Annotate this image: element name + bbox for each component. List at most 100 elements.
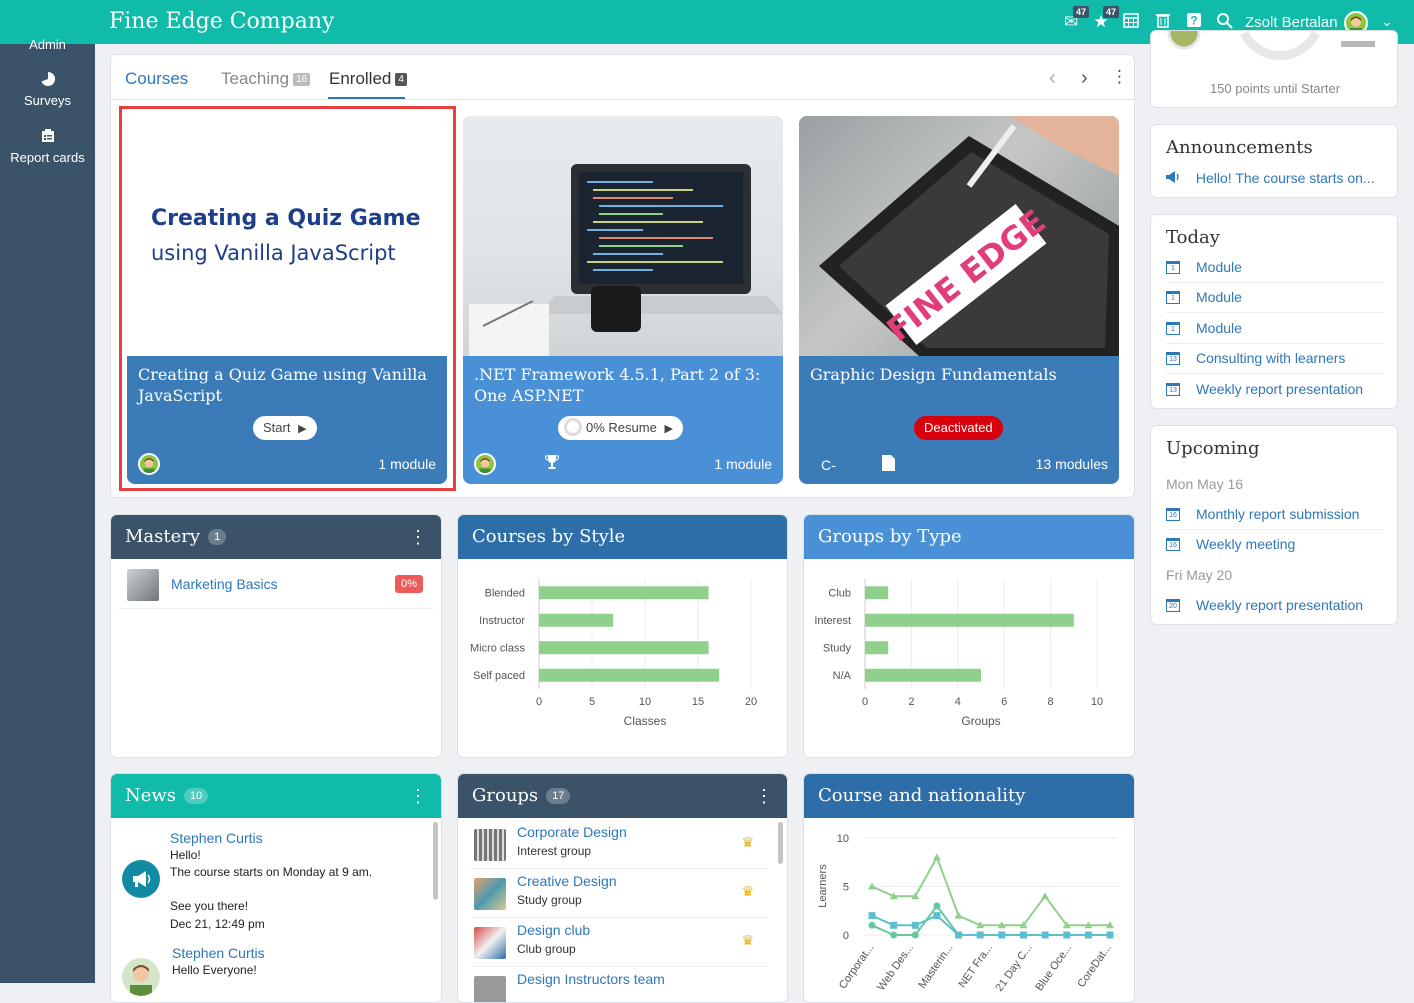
list-item[interactable]: Design Instructors team xyxy=(472,967,768,1002)
calendar-icon[interactable] xyxy=(1121,12,1141,32)
series-line xyxy=(871,855,1110,927)
group-name[interactable]: Design club xyxy=(517,922,590,938)
series-line xyxy=(871,904,1110,936)
list-item[interactable]: Creative Design Study group ♛ xyxy=(472,869,768,918)
category-label: Blue Oce... xyxy=(1033,942,1074,993)
widget-title: News xyxy=(125,785,177,806)
group-thumbnail xyxy=(474,927,506,959)
card-title: Announcements xyxy=(1166,137,1313,158)
selection-highlight xyxy=(119,106,456,491)
scrollbar[interactable] xyxy=(778,822,783,864)
upcoming-event[interactable]: 20 Weekly report presentation xyxy=(1166,591,1384,621)
news-author[interactable]: Stephen Curtis xyxy=(172,945,265,961)
today-event[interactable]: 13 Consulting with learners xyxy=(1166,344,1384,374)
tick-label: 0 xyxy=(862,696,868,708)
chevron-down-icon[interactable]: ⌄ xyxy=(1377,12,1397,32)
crown-icon: ♛ xyxy=(741,834,754,850)
trash-icon[interactable] xyxy=(1153,12,1173,32)
category-label: Instructor xyxy=(479,615,525,627)
list-item[interactable]: Marketing Basics 0% xyxy=(119,561,433,609)
list-item[interactable]: Design club Club group ♛ xyxy=(472,918,768,967)
course-tile-net-framework[interactable]: .NET Framework 4.5.1, Part 2 of 3: One A… xyxy=(463,116,783,484)
calendar-day-icon: 1 xyxy=(1166,291,1180,304)
today-event[interactable]: 1 Module xyxy=(1166,283,1384,313)
upcoming-event[interactable]: 16 Monthly report submission xyxy=(1166,500,1384,530)
bar xyxy=(539,586,709,600)
calendar-day-icon: 13 xyxy=(1166,352,1180,365)
course-title[interactable]: Graphic Design Fundamentals xyxy=(810,364,1110,385)
more-options-icon[interactable]: ⋮ xyxy=(409,527,427,548)
messages-icon[interactable]: ✉ 47 xyxy=(1061,6,1089,32)
data-point xyxy=(868,912,876,920)
groups-by-type-widget: Groups by Type 0 2 4 6 8 10 Club Interest Study N… xyxy=(803,514,1135,758)
news-text: The course starts on Monday at 9 am. xyxy=(170,865,373,879)
news-author[interactable]: Stephen Curtis xyxy=(170,830,263,846)
data-point xyxy=(890,931,898,939)
tab-enrolled[interactable]: Enrolled 4 xyxy=(329,69,407,89)
today-event[interactable]: 13 Weekly report presentation xyxy=(1166,375,1384,405)
upcoming-event[interactable]: 16 Weekly meeting xyxy=(1166,530,1384,560)
divider xyxy=(111,99,1134,100)
bar xyxy=(865,641,889,655)
more-options-icon[interactable]: ⋮ xyxy=(409,786,427,807)
data-point xyxy=(998,931,1006,939)
tab-courses[interactable]: Courses xyxy=(125,69,188,89)
tick-label: 5 xyxy=(843,882,849,894)
search-icon[interactable] xyxy=(1215,12,1235,32)
group-name[interactable]: Creative Design xyxy=(517,873,617,889)
course-info: .NET Framework 4.5.1, Part 2 of 3: One A… xyxy=(463,356,783,484)
group-name[interactable]: Corporate Design xyxy=(517,824,627,840)
category-label: Interest xyxy=(814,615,851,627)
previous-arrow-icon[interactable]: ‹ xyxy=(1049,67,1056,90)
pie-icon xyxy=(0,71,95,89)
data-point xyxy=(1041,892,1050,900)
announcement-item[interactable]: Hello! The course starts on... xyxy=(1166,170,1375,186)
upcoming-date: Fri May 20 xyxy=(1166,567,1233,583)
course-tile-graphic-design[interactable]: FINE EDGE Graphic Design Fundamentals De… xyxy=(799,116,1119,484)
today-event[interactable]: 1 Module xyxy=(1166,253,1384,283)
more-options-icon[interactable]: ⋮ xyxy=(1111,67,1128,87)
data-point xyxy=(933,902,941,910)
calendar-day-icon: 13 xyxy=(1166,383,1180,396)
card-title: Upcoming xyxy=(1166,438,1260,459)
scrollbar[interactable] xyxy=(433,822,438,900)
course-title[interactable]: .NET Framework 4.5.1, Part 2 of 3: One A… xyxy=(474,364,774,406)
user-name[interactable]: Zsolt Bertalan xyxy=(1245,14,1338,31)
sidebar-item-label: Surveys xyxy=(24,93,71,108)
sidebar-item-admin[interactable]: Admin xyxy=(0,37,95,53)
course-thumbnail xyxy=(127,569,159,601)
axis-label: Classes xyxy=(624,714,667,728)
document-icon xyxy=(882,455,895,476)
brand-title[interactable]: Fine Edge Company xyxy=(109,9,334,34)
news-header: News 10 xyxy=(111,774,441,818)
module-count: 1 module xyxy=(714,456,772,472)
data-point xyxy=(911,921,919,929)
upcoming-card: Upcoming Mon May 16 16 Monthly report sub… xyxy=(1150,425,1398,625)
course-nationality-widget: Course and nationality 0 5 10 Learners Corpo… xyxy=(803,773,1135,1003)
list-item[interactable]: Corporate Design Interest group ♛ xyxy=(472,820,768,869)
courses-by-style-widget: Courses by Style 0 5 10 15 20 Blended Instruct… xyxy=(457,514,788,758)
course-nationality-chart: 0 5 10 Learners Corporat...Web Des... Masteri… xyxy=(817,833,1118,994)
today-event[interactable]: 1 Module xyxy=(1166,314,1384,344)
points-card: 150 points until Starter xyxy=(1150,30,1398,108)
resume-button[interactable]: 0% Resume ▶ xyxy=(558,416,683,440)
more-options-icon[interactable]: ⋮ xyxy=(755,786,773,807)
calendar-day-icon: 16 xyxy=(1166,538,1180,551)
help-icon[interactable]: ? xyxy=(1184,12,1204,32)
next-arrow-icon[interactable]: › xyxy=(1081,67,1088,90)
author-avatar[interactable] xyxy=(122,958,160,996)
mastery-header: Mastery 1 xyxy=(111,515,441,559)
group-name[interactable]: Design Instructors team xyxy=(517,971,665,987)
mastery-course-name[interactable]: Marketing Basics xyxy=(171,576,278,592)
notifications-badge: 47 xyxy=(1102,6,1119,18)
instructor-avatar[interactable] xyxy=(474,453,496,475)
sidebar-item-report-cards[interactable]: Report cards xyxy=(0,129,95,165)
tab-teaching[interactable]: Teaching 16 xyxy=(221,69,311,89)
notifications-icon[interactable]: ★ 47 xyxy=(1091,6,1119,32)
megaphone-icon xyxy=(1166,170,1184,186)
tick-label: 4 xyxy=(955,696,961,708)
trophy-icon xyxy=(544,454,560,473)
sidebar-item-surveys[interactable]: Surveys xyxy=(0,71,95,108)
news-date: Dec 21, 12:49 pm xyxy=(170,917,265,931)
progress-ring xyxy=(1167,31,1375,60)
